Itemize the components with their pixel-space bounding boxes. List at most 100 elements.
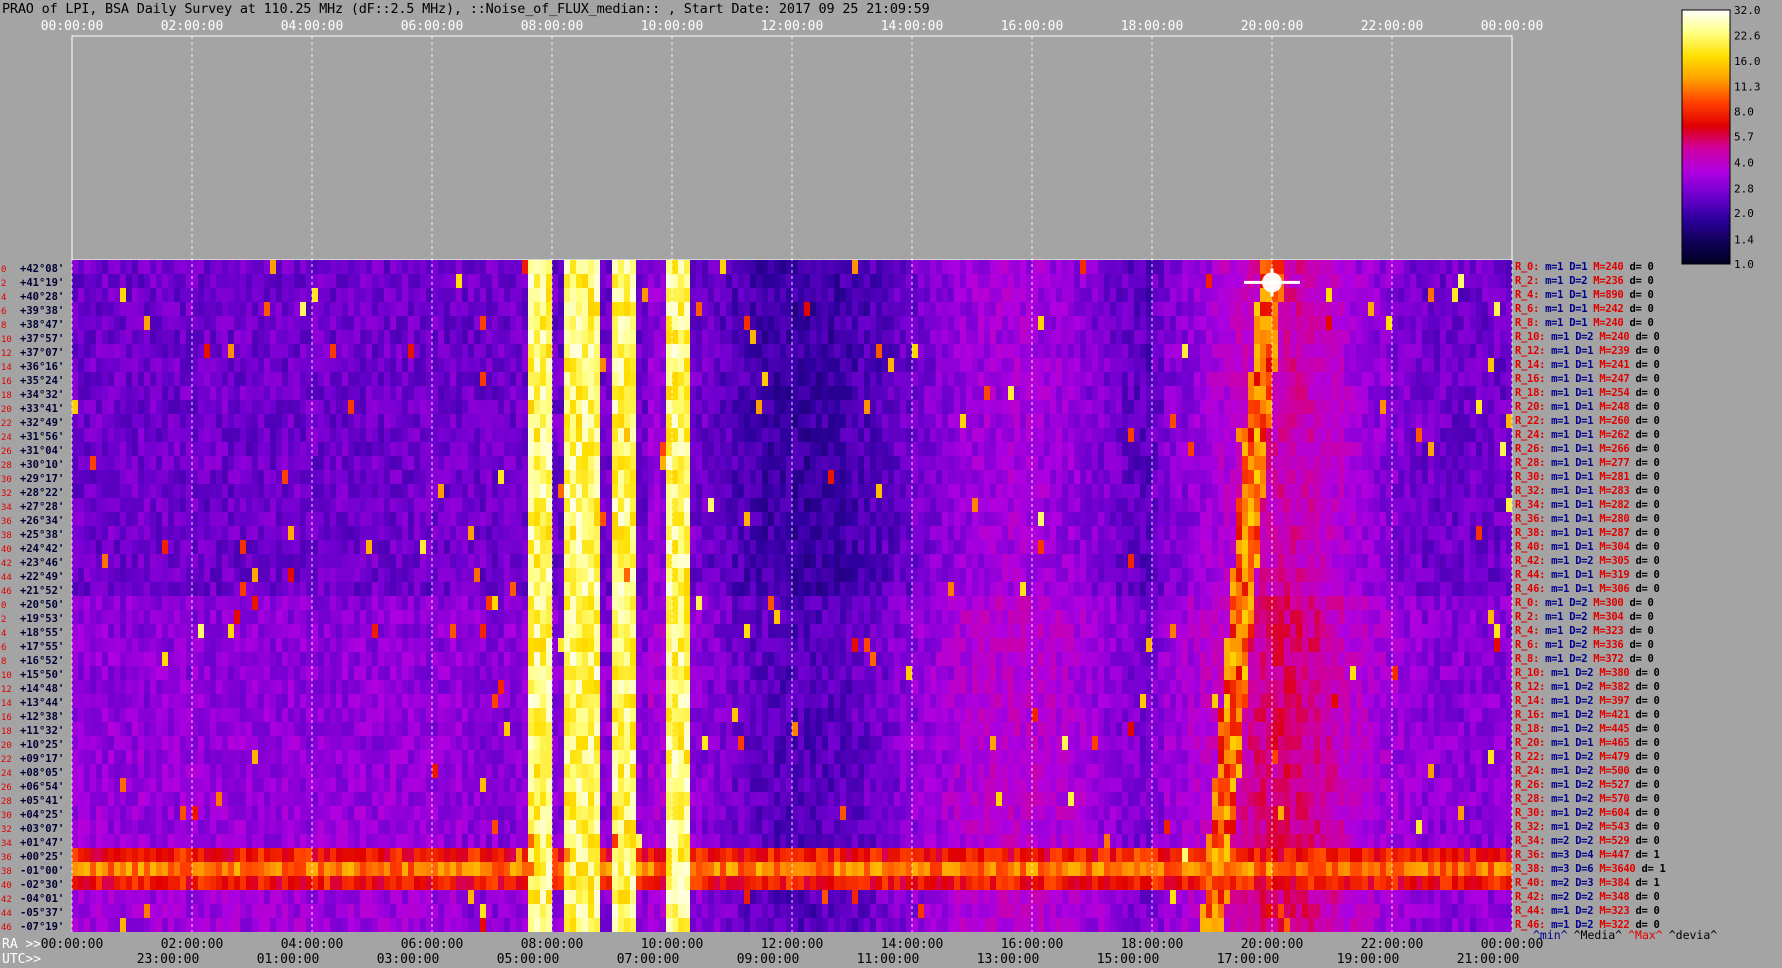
heat-cell (1356, 428, 1363, 443)
heat-cell (648, 386, 655, 401)
heat-cell (414, 386, 421, 401)
heat-cell (1392, 260, 1399, 275)
heat-cell (1116, 288, 1123, 303)
heat-cell (1446, 470, 1453, 485)
heat-cell (378, 526, 385, 541)
heat-cell (792, 526, 799, 541)
heat-cell (444, 372, 451, 387)
heat-cell (1254, 372, 1261, 387)
heat-cell (1284, 400, 1291, 415)
heat-cell (558, 274, 565, 289)
heat-cell (1146, 344, 1153, 359)
heat-cell (864, 274, 871, 289)
heat-cell (1266, 484, 1273, 499)
heat-cell (888, 442, 895, 457)
heat-cell (1446, 302, 1453, 317)
heat-cell (996, 260, 1003, 275)
heat-cell (438, 400, 445, 415)
heat-cell (1344, 428, 1351, 443)
heat-cell (1038, 400, 1045, 415)
heat-cell (1356, 358, 1363, 373)
heat-cell (234, 498, 241, 513)
heat-cell (360, 330, 367, 345)
heat-cell (1470, 470, 1477, 485)
heat-cell (270, 260, 277, 275)
heat-cell (1014, 302, 1021, 317)
heat-cell (180, 470, 187, 485)
heat-cell (426, 470, 433, 485)
heat-cell (696, 498, 703, 513)
heat-cell (990, 288, 997, 303)
heat-cell (534, 456, 541, 471)
heat-cell (1092, 512, 1099, 527)
heat-cell (576, 386, 583, 401)
heat-cell (498, 330, 505, 345)
heat-cell (546, 302, 553, 317)
heat-cell (222, 386, 229, 401)
heat-cell (888, 456, 895, 471)
heat-cell (1434, 316, 1441, 331)
heat-cell (1278, 484, 1285, 499)
heat-cell (636, 470, 643, 485)
heat-cell (1482, 456, 1489, 471)
heat-cell (1428, 316, 1435, 331)
heat-cell (462, 470, 469, 485)
heat-cell (834, 316, 841, 331)
heat-cell (408, 274, 415, 289)
heat-cell (720, 302, 727, 317)
heat-cell (336, 330, 343, 345)
heat-cell (180, 540, 187, 555)
heat-cell (138, 526, 145, 541)
heat-cell (1482, 302, 1489, 317)
heat-cell (516, 344, 523, 359)
heat-cell (618, 456, 625, 471)
heat-cell (582, 414, 589, 429)
heat-cell (258, 302, 265, 317)
heat-cell (774, 274, 781, 289)
heat-cell (600, 456, 607, 471)
heat-cell (1140, 316, 1147, 331)
heat-cell (756, 274, 763, 289)
heat-cell (1488, 512, 1495, 527)
heat-cell (876, 470, 883, 485)
heat-cell (1014, 540, 1021, 555)
heat-cell (1458, 330, 1465, 345)
heat-cell (1044, 498, 1051, 513)
heat-cell (864, 470, 871, 485)
empty-region-frame (71, 35, 1513, 261)
heat-cell (888, 498, 895, 513)
heat-cell (306, 442, 313, 457)
heat-cell (312, 484, 319, 499)
heat-cell (450, 414, 457, 429)
heat-cell (288, 330, 295, 345)
heat-cell (84, 330, 91, 345)
heat-cell (696, 428, 703, 443)
heat-cell (1146, 302, 1153, 317)
heat-cell (234, 540, 241, 555)
heat-cell (1374, 470, 1381, 485)
heat-cell (582, 372, 589, 387)
heat-cell (606, 470, 613, 485)
heat-cell (1026, 316, 1033, 331)
heat-cell (504, 358, 511, 373)
heat-cell (1218, 400, 1225, 415)
heat-cell (816, 414, 823, 429)
heat-cell (984, 498, 991, 513)
heat-cell (1008, 456, 1015, 471)
heat-cell (450, 330, 457, 345)
heat-cell (486, 526, 493, 541)
heat-cell (150, 316, 157, 331)
heat-cell (1002, 274, 1009, 289)
heat-cell (468, 484, 475, 499)
heat-cell (618, 540, 625, 555)
heat-cell (816, 302, 823, 317)
heat-cell (444, 526, 451, 541)
heat-cell (1086, 470, 1093, 485)
heat-cell (1044, 358, 1051, 373)
heat-cell (564, 274, 571, 289)
heat-cell (696, 274, 703, 289)
heat-cell (402, 456, 409, 471)
heat-cell (750, 540, 757, 555)
heat-cell (1332, 330, 1339, 345)
heat-cell (1110, 344, 1117, 359)
